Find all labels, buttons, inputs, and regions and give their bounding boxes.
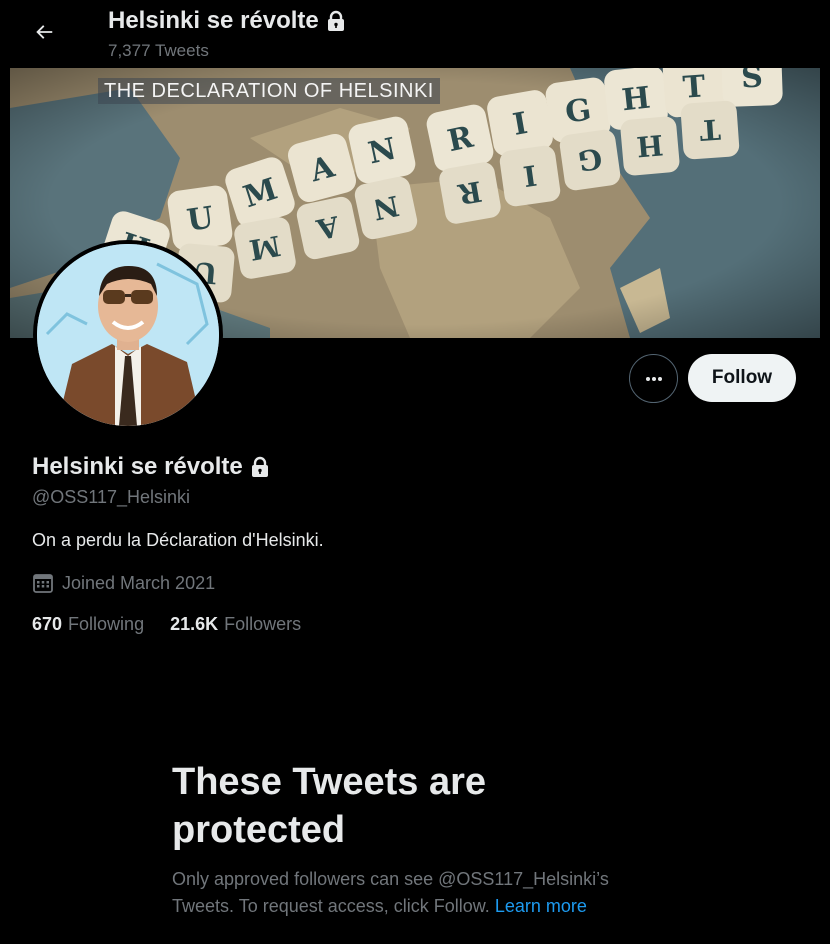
following-link[interactable]: 670 Following	[32, 614, 144, 635]
svg-text:G: G	[576, 142, 604, 178]
joined-date: Joined March 2021	[32, 572, 215, 594]
banner-caption: THE DECLARATION OF HELSINKI	[98, 78, 440, 104]
arrow-left-icon	[36, 25, 53, 39]
svg-text:M: M	[247, 229, 283, 267]
profile-column: Helsinki se révolte 7,377 Tweets U M A N…	[10, 0, 820, 944]
profile-bio: On a perdu la Déclaration d'Helsinki.	[32, 530, 324, 550]
protected-title: These Tweets are protected	[172, 761, 487, 851]
back-button[interactable]	[26, 14, 62, 50]
svg-text:T: T	[682, 69, 707, 106]
svg-text:T: T	[698, 112, 721, 146]
protected-description: Only approved followers can see @OSS117_…	[172, 866, 672, 920]
profile-handle: @OSS117_Helsinki	[32, 487, 191, 507]
follow-button[interactable]: Follow	[688, 354, 796, 402]
learn-more-link[interactable]: Learn more	[495, 896, 587, 916]
followers-link[interactable]: 21.6K Followers	[170, 614, 301, 635]
avatar-image	[37, 244, 219, 426]
tweet-count: 7,377 Tweets	[108, 41, 209, 60]
svg-text:U: U	[185, 200, 216, 238]
lock-icon	[248, 455, 272, 479]
svg-text:H: H	[635, 128, 664, 163]
top-bar: Helsinki se révolte 7,377 Tweets	[10, 0, 820, 68]
profile-name: Helsinki se révolte	[32, 453, 243, 480]
following-count: 670	[32, 614, 63, 634]
svg-text:G: G	[563, 92, 593, 130]
followers-count: 21.6K	[170, 614, 219, 634]
following-label: Following	[68, 614, 145, 634]
svg-text:H: H	[620, 81, 652, 119]
more-button[interactable]	[629, 354, 678, 403]
header-name: Helsinki se révolte	[108, 7, 319, 34]
joined-text: Joined March 2021	[62, 572, 216, 593]
lock-icon	[324, 9, 348, 33]
header-title: Helsinki se révolte	[108, 7, 348, 35]
more-horizontal-icon	[645, 376, 662, 381]
svg-text:S: S	[741, 68, 764, 95]
profile-name-row: Helsinki se révolte	[32, 453, 272, 481]
followers-label: Followers	[224, 614, 302, 634]
profile-stats: 670 Following 21.6K Followers	[32, 614, 301, 635]
calendar-icon	[33, 574, 53, 593]
avatar[interactable]	[33, 240, 223, 430]
